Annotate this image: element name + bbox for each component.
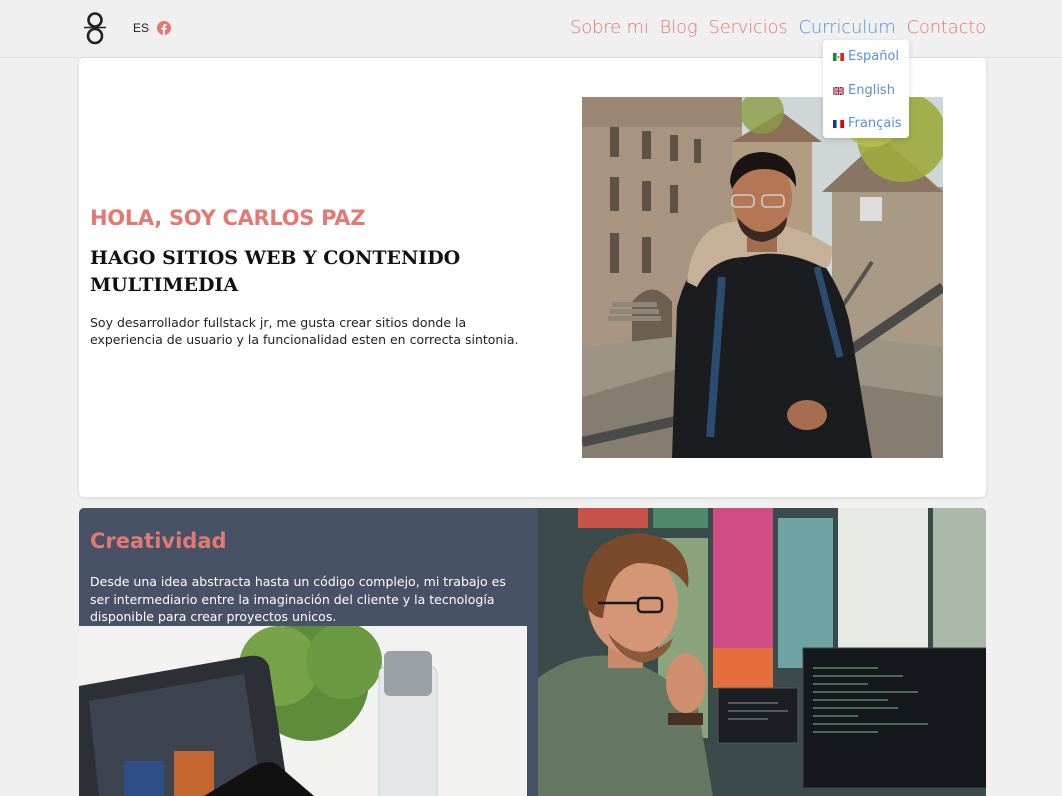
curriculum-dropdown: Español English Français <box>823 40 909 138</box>
profile-photo <box>582 97 943 458</box>
developer-photo <box>538 508 986 796</box>
language-code[interactable]: ES <box>133 21 149 35</box>
dropdown-label-english: English <box>848 83 895 98</box>
creativity-section: Creatividad Desde una idea abstracta has… <box>79 508 986 796</box>
creativity-description: Desde una idea abstracta hasta un código… <box>90 574 506 624</box>
facebook-icon[interactable] <box>157 21 171 35</box>
hero-greeting: HOLA, SOY CARLOS PAZ <box>90 206 366 230</box>
devices-photo <box>79 626 527 796</box>
mexico-flag-icon <box>833 52 844 61</box>
main-nav: Sobre mi Blog Servicios Curriculum Conta… <box>570 17 986 38</box>
dropdown-item-english[interactable]: English <box>833 83 895 98</box>
nav-sobre-mi[interactable]: Sobre mi <box>570 17 649 38</box>
dropdown-item-francais[interactable]: Français <box>833 116 902 131</box>
hero-title: HAGO SITIOS WEB Y CONTENIDO MULTIMEDIA <box>90 247 461 296</box>
creativity-panel: Creatividad Desde una idea abstracta has… <box>79 508 538 796</box>
dropdown-label-francais: Français <box>848 116 902 131</box>
nav-curriculum[interactable]: Curriculum <box>799 17 896 38</box>
france-flag-icon <box>833 119 844 128</box>
nav-servicios[interactable]: Servicios <box>708 17 787 38</box>
uk-flag-icon <box>833 86 844 95</box>
logo-icon[interactable] <box>82 11 108 45</box>
nav-contacto[interactable]: Contacto <box>907 17 987 38</box>
dropdown-label-espanol: Español <box>848 49 900 64</box>
nav-blog[interactable]: Blog <box>660 17 698 38</box>
creativity-title: Creatividad <box>90 529 227 553</box>
hero-description: Soy desarrollador fullstack jr, me gusta… <box>90 315 519 347</box>
dropdown-item-espanol[interactable]: Español <box>833 49 899 64</box>
